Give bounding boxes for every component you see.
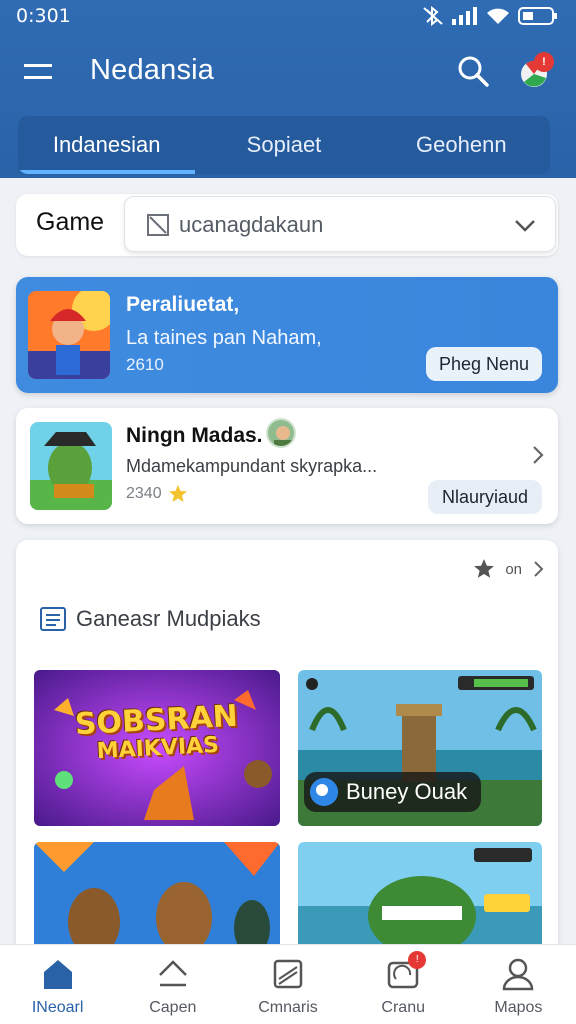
chevron-right-icon[interactable]	[530, 444, 546, 466]
game-rating: 2340	[126, 484, 188, 504]
featured-game-title: Peraliuetat,	[126, 293, 240, 316]
bottom-navigation: INeoarl Capen Cmnaris ! Cranu Mapos	[0, 944, 576, 1024]
messages-icon: !	[386, 951, 427, 991]
star-outline-icon[interactable]	[473, 558, 495, 580]
featured-game-meta: 2610	[126, 355, 164, 374]
game-tile-artwork	[34, 842, 280, 952]
nav-label: Cmnaris	[258, 999, 318, 1016]
game-title: Ningn Madas.	[126, 424, 263, 447]
home-icon	[43, 960, 72, 989]
profile-icon	[503, 958, 534, 991]
chevron-right-icon[interactable]	[532, 560, 544, 578]
status-icons	[422, 6, 558, 26]
tab-indanesian[interactable]: Indanesian	[18, 116, 196, 174]
nav-item-mapos[interactable]: Mapos	[461, 945, 576, 1024]
menu-icon[interactable]	[22, 58, 56, 88]
developer-avatar	[266, 418, 296, 448]
nav-label: Mapos	[494, 999, 543, 1016]
nav-item-home[interactable]: INeoarl	[0, 945, 115, 1024]
upload-icon	[158, 960, 187, 987]
tile-chip-label: Buney Ouak	[346, 779, 468, 804]
game-tile[interactable]	[34, 842, 280, 952]
nav-label: Cranu	[381, 999, 425, 1016]
featured-game-subtitle: La taines pan Naham,	[126, 327, 322, 349]
nav-item-cranu[interactable]: ! Cranu	[346, 945, 461, 1024]
section-title: Ganeasr Mudpiaks	[76, 606, 261, 631]
status-bar: 0:301	[0, 0, 576, 32]
library-icon	[273, 959, 303, 989]
nav-item-cmnaris[interactable]: Cmnaris	[230, 945, 345, 1024]
game-thumbnail	[30, 422, 112, 510]
featured-game-thumbnail	[28, 291, 110, 379]
nav-label: INeoarl	[31, 999, 84, 1016]
game-tile[interactable]: Buney Ouak	[298, 670, 542, 826]
nav-label: Capen	[149, 999, 197, 1016]
app-title: Nedansia	[90, 54, 215, 86]
battery-icon	[518, 7, 557, 25]
game-tile[interactable]: SOBSRAN MAIKVIAS	[34, 670, 280, 826]
image-placeholder-icon	[147, 214, 169, 236]
tile-chip: Buney Ouak	[304, 772, 482, 812]
game-tile-artwork	[298, 842, 542, 952]
filter-dropdown[interactable]: ucanagdakaun	[124, 196, 556, 252]
notifications-button[interactable]: !	[516, 52, 556, 92]
bluetooth-icon	[423, 6, 443, 26]
section-header: Ganeasr Mudpiaks	[40, 606, 261, 632]
game-action-button[interactable]: Nlauryiaud	[428, 480, 542, 514]
tab-geohenn[interactable]: Geohenn	[373, 116, 550, 174]
star-icon	[168, 485, 187, 502]
filter-label: Game	[36, 208, 105, 236]
section-action-label[interactable]: on	[505, 561, 522, 578]
nav-badge: !	[408, 951, 427, 969]
notification-badge: !	[534, 52, 554, 72]
status-time: 0:301	[16, 5, 71, 27]
filter-row: Game ucanagdakaun	[16, 194, 558, 256]
list-icon	[40, 607, 66, 631]
filter-value: ucanagdakaun	[179, 212, 324, 237]
tab-sopiaet[interactable]: Sopiaet	[195, 116, 372, 174]
featured-game-button[interactable]: Pheg Nenu	[426, 347, 542, 381]
nav-item-capen[interactable]: Capen	[115, 945, 230, 1024]
signal-icon	[452, 7, 477, 25]
game-rating-value: 2340	[126, 485, 162, 502]
wifi-icon	[487, 8, 509, 24]
category-tabs: Indanesian Sopiaet Geohenn	[18, 116, 550, 174]
chevron-down-icon	[515, 220, 535, 232]
section-actions: on	[473, 558, 544, 580]
game-tile[interactable]	[298, 842, 542, 952]
app-header: 0:301 Nedansia ! Indanesian Sopiaet Geoh…	[0, 0, 576, 178]
game-card[interactable]: Ningn Madas. Mdamekampundant skyrapka...…	[16, 408, 558, 524]
search-icon[interactable]	[456, 54, 490, 88]
game-description: Mdamekampundant skyrapka...	[126, 456, 378, 476]
featured-game-card[interactable]: Peraliuetat, La taines pan Naham, 2610 P…	[16, 277, 558, 393]
app-badge-icon	[310, 778, 338, 806]
